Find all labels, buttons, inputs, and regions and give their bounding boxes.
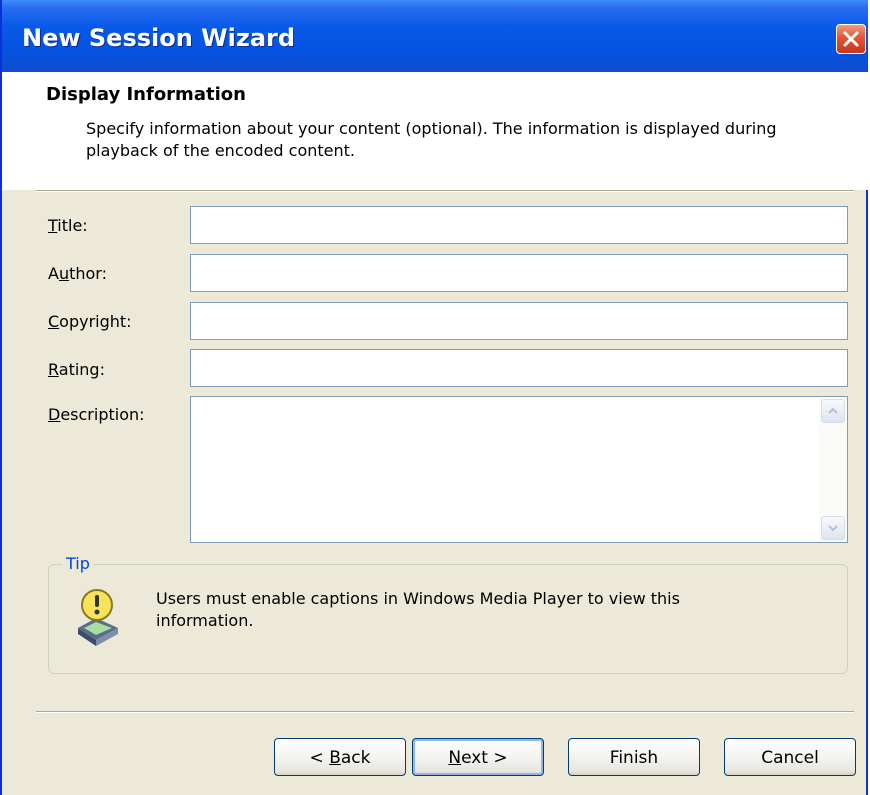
author-label: Author: [48, 264, 107, 283]
close-button[interactable] [836, 24, 866, 54]
copyright-label-text: Copyright: [48, 312, 132, 331]
description-label: Description: [48, 405, 145, 424]
scroll-up-button[interactable] [821, 399, 845, 423]
wizard-window: New Session Wizard Display Information S… [0, 0, 868, 795]
warning-icon [74, 584, 124, 654]
next-button-label: Next > [448, 748, 508, 768]
chevron-down-icon [828, 525, 838, 532]
rating-label: Rating: [48, 360, 105, 379]
tip-text: Users must enable captions in Windows Me… [156, 589, 680, 630]
description-scrollbar[interactable] [819, 397, 847, 542]
back-button-label: < Back [309, 748, 371, 768]
description-label-text: Description: [48, 405, 145, 424]
copyright-label: Copyright: [48, 312, 132, 331]
page-title: Display Information [46, 84, 246, 105]
description-field[interactable] [190, 396, 848, 543]
header-separator [36, 190, 854, 192]
chevron-up-icon [828, 407, 838, 414]
footer-separator [36, 711, 854, 713]
tip-label: Tip [62, 554, 94, 573]
window-title: New Session Wizard [22, 24, 296, 52]
cancel-button[interactable]: Cancel [724, 738, 856, 776]
author-field[interactable] [190, 254, 848, 292]
title-bar[interactable]: New Session Wizard [2, 0, 868, 72]
author-label-text: Author: [48, 264, 107, 283]
page-description: Specify information about your content (… [86, 119, 777, 160]
scroll-down-button[interactable] [821, 516, 845, 540]
rating-field[interactable] [190, 349, 848, 387]
next-button[interactable]: Next > [412, 738, 544, 776]
close-icon [843, 31, 859, 47]
title-field[interactable] [190, 206, 848, 244]
title-label-text: Title: [48, 216, 88, 235]
title-label: Title: [48, 216, 88, 235]
back-button[interactable]: < Back [274, 738, 406, 776]
wizard-header: Display Information Specify information … [2, 72, 868, 190]
finish-button[interactable]: Finish [568, 738, 700, 776]
copyright-field[interactable] [190, 302, 848, 340]
rating-label-text: Rating: [48, 360, 105, 379]
